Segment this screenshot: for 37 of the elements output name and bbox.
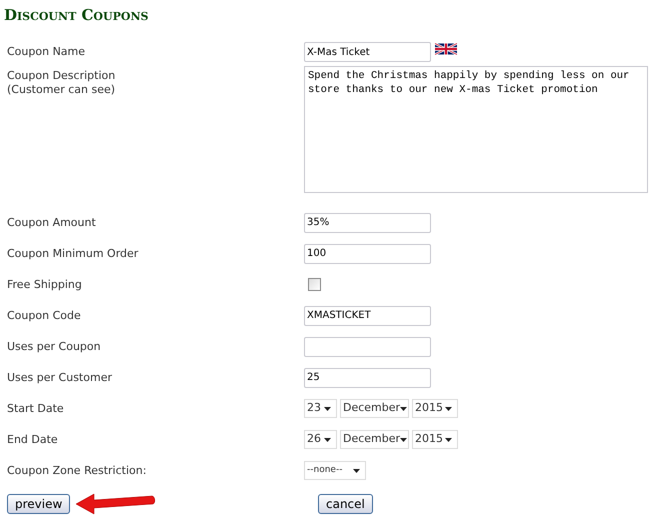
field-label: Coupon Description <box>7 69 116 83</box>
select-field[interactable]: 2015 <box>412 399 458 418</box>
field-sublabel: (Customer can see) <box>7 83 116 97</box>
caret-icon <box>324 406 331 410</box>
checkbox[interactable] <box>308 278 321 291</box>
caret-icon <box>445 438 452 442</box>
select-field[interactable]: 23 <box>304 399 337 418</box>
input-field[interactable]: XMASTICKET <box>304 306 431 326</box>
field-label: Free Shipping <box>7 278 83 292</box>
field-label: Uses per Customer <box>7 370 113 384</box>
field-label: Coupon Zone Restriction: <box>7 464 148 478</box>
field-label: Start Date <box>7 402 65 416</box>
caret-icon <box>400 406 408 410</box>
select-field[interactable]: December <box>340 399 409 418</box>
field-label: End Date <box>7 432 59 446</box>
select-field[interactable]: December <box>340 430 409 449</box>
page-title: Discount Coupons <box>4 5 150 26</box>
field-label: Coupon Code <box>7 308 82 322</box>
caret-icon <box>400 438 408 442</box>
field-label: Coupon Amount <box>7 216 97 230</box>
select-field[interactable]: 2015 <box>412 430 458 449</box>
field-label: Coupon Minimum Order <box>7 246 140 260</box>
preview-button[interactable]: preview <box>7 494 70 514</box>
select-field[interactable]: 26 <box>304 430 337 449</box>
input-field[interactable]: X-Mas Ticket <box>304 42 431 62</box>
caret-icon <box>353 468 360 472</box>
input-field[interactable]: 25 <box>304 368 431 388</box>
textarea-field[interactable]: Spend the Christmas happily by spending less on our store thanks to our new X-mas Ticket promotion <box>304 66 648 193</box>
field-label: Uses per Coupon <box>7 340 102 354</box>
input-field[interactable]: 100 <box>304 244 431 264</box>
input-field[interactable]: 35% <box>304 212 431 232</box>
caret-icon <box>445 406 452 410</box>
input-field[interactable] <box>304 336 431 356</box>
select-field[interactable]: --none-- <box>304 461 366 480</box>
field-label: Coupon Name <box>7 45 86 59</box>
cancel-button[interactable]: cancel <box>318 494 373 514</box>
caret-icon <box>324 438 331 442</box>
